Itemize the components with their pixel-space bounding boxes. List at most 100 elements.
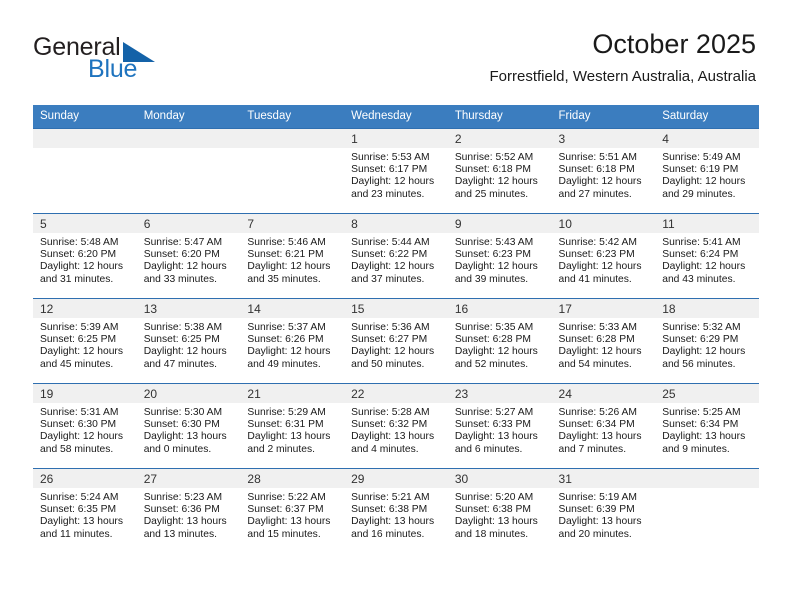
calendar-day-cell[interactable]: 29 Sunrise: 5:21 AM Sunset: 6:38 PM Dayligh… [344,468,448,553]
calendar-day-cell[interactable]: 1 Sunrise: 5:53 AM Sunset: 6:17 PM Daylight… [344,128,448,214]
daylight-text: and 16 minutes. [351,528,425,540]
daylight-text: and 4 minutes. [351,443,419,455]
day-cell-inner: 20 Sunrise: 5:30 AM Sunset: 6:30 PM Dayligh… [136,384,241,468]
day-cell-details: Sunrise: 5:49 AM Sunset: 6:19 PM Daylight:… [655,148,759,201]
calendar-day-cell[interactable]: 6 Sunrise: 5:47 AM Sunset: 6:20 PM Daylight… [136,213,241,299]
calendar-day-cell[interactable]: 9 Sunrise: 5:43 AM Sunset: 6:23 PM Daylight… [447,213,552,299]
calendar-day-cell[interactable]: 27 Sunrise: 5:23 AM Sunset: 6:36 PM Dayligh… [136,468,241,553]
day-cell-inner: 22 Sunrise: 5:28 AM Sunset: 6:32 PM Dayligh… [344,384,448,468]
day-number-band: 28 [240,469,345,488]
calendar-day-cell[interactable]: 5 Sunrise: 5:48 AM Sunset: 6:20 PM Daylight… [33,213,137,299]
daylight-text: and 0 minutes. [143,443,212,455]
sunrise-text: Sunrise: 5:24 AM [40,492,119,503]
day-cell-details: Sunrise: 5:36 AM Sunset: 6:27 PM Daylight:… [344,318,448,371]
day-cell-details: Sunrise: 5:23 AM Sunset: 6:36 PM Daylight:… [137,488,241,541]
calendar-day-cell[interactable]: 14 Sunrise: 5:37 AM Sunset: 6:26 PM Dayligh… [240,298,345,384]
calendar-day-cell[interactable]: 22 Sunrise: 5:28 AM Sunset: 6:32 PM Dayligh… [344,383,448,469]
day-cell-details [655,488,759,492]
daylight-text: and 20 minutes. [558,528,632,540]
sunset-text: Sunset: 6:31 PM [247,419,324,431]
calendar-day-cell[interactable]: 19 Sunrise: 5:31 AM Sunset: 6:30 PM Dayligh… [33,383,137,469]
calendar-day-cell[interactable]: 24 Sunrise: 5:26 AM Sunset: 6:34 PM Dayligh… [551,383,656,469]
day-cell-inner: 3 Sunrise: 5:51 AM Sunset: 6:18 PM Daylight… [551,129,656,213]
general-blue-logo[interactable]: General Blue [33,33,233,83]
day-number: 8 [351,217,358,231]
day-cell-inner: 16 Sunrise: 5:35 AM Sunset: 6:28 PM Dayligh… [447,299,552,383]
calendar-day-cell[interactable]: 2 Sunrise: 5:52 AM Sunset: 6:18 PM Daylight… [447,128,552,214]
calendar-day-cell[interactable]: 13 Sunrise: 5:38 AM Sunset: 6:25 PM Dayligh… [136,298,241,384]
daylight-text: Daylight: 13 hours [558,516,642,528]
calendar-day-cell[interactable]: 30 Sunrise: 5:20 AM Sunset: 6:38 PM Dayligh… [447,468,552,553]
daylight-text: and 7 minutes. [558,443,627,455]
calendar-day-cell[interactable]: 8 Sunrise: 5:44 AM Sunset: 6:22 PM Daylight… [344,213,448,299]
calendar-day-cell[interactable]: 15 Sunrise: 5:36 AM Sunset: 6:27 PM Dayligh… [344,298,448,384]
calendar-week-row: 5 Sunrise: 5:48 AM Sunset: 6:20 PM Daylight… [33,213,759,299]
calendar-day-cell[interactable]: 21 Sunrise: 5:29 AM Sunset: 6:31 PM Dayligh… [240,383,345,469]
day-number: 9 [454,217,462,231]
day-cell-inner: 9 Sunrise: 5:43 AM Sunset: 6:23 PM Daylight… [447,214,552,298]
calendar-day-cell[interactable]: 17 Sunrise: 5:33 AM Sunset: 6:28 PM Dayligh… [551,298,656,384]
daylight-text: and 54 minutes. [558,358,632,370]
day-number-band: 23 [447,384,552,403]
sunset-text: Sunset: 6:25 PM [40,334,117,346]
day-number: 11 [662,217,675,231]
calendar-day-cell[interactable]: 16 Sunrise: 5:35 AM Sunset: 6:28 PM Dayligh… [447,298,552,384]
sunrise-text: Sunrise: 5:29 AM [247,407,326,418]
calendar-day-cell[interactable]: 31 Sunrise: 5:19 AM Sunset: 6:39 PM Dayligh… [551,468,656,553]
daylight-text: and 47 minutes. [143,358,217,370]
calendar-week-row: 19 Sunrise: 5:31 AM Sunset: 6:30 PM Dayligh… [33,383,759,469]
day-number-band: 6 [136,214,241,233]
calendar-day-cell[interactable]: 20 Sunrise: 5:30 AM Sunset: 6:30 PM Dayligh… [136,383,241,469]
day-cell-inner: 6 Sunrise: 5:47 AM Sunset: 6:20 PM Daylight… [136,214,241,298]
day-number-band [136,129,241,148]
sunrise-text: Sunrise: 5:49 AM [662,152,741,163]
day-cell-details: Sunrise: 5:21 AM Sunset: 6:38 PM Daylight:… [344,488,448,541]
calendar-day-cell[interactable]: 18 Sunrise: 5:32 AM Sunset: 6:29 PM Dayligh… [655,298,759,384]
sunrise-text: Sunrise: 5:46 AM [247,237,326,248]
calendar-day-cell[interactable]: 4 Sunrise: 5:49 AM Sunset: 6:19 PM Daylight… [655,128,759,214]
calendar-page: General Blue October 2025 Forrestfield, … [0,0,792,612]
calendar-day-cell[interactable]: 25 Sunrise: 5:25 AM Sunset: 6:34 PM Dayligh… [655,383,759,469]
sunset-text: Sunset: 6:23 PM [558,249,635,261]
day-number: 30 [454,472,469,486]
daylight-text: Daylight: 12 hours [351,261,435,273]
day-cell-inner: 4 Sunrise: 5:49 AM Sunset: 6:19 PM Daylight… [655,129,759,213]
sunrise-text: Sunrise: 5:53 AM [351,152,430,163]
sunrise-text: Sunrise: 5:33 AM [558,322,637,333]
calendar-day-cell[interactable]: 11 Sunrise: 5:41 AM Sunset: 6:24 PM Dayligh… [655,213,759,299]
day-number-band: 29 [344,469,448,488]
day-cell-inner [240,129,345,213]
day-cell-details [137,148,241,152]
calendar-day-cell[interactable]: 26 Sunrise: 5:24 AM Sunset: 6:35 PM Dayligh… [33,468,137,553]
calendar-cell-empty [136,128,241,214]
day-cell-inner: 14 Sunrise: 5:37 AM Sunset: 6:26 PM Dayligh… [240,299,345,383]
day-number-band: 13 [136,299,241,318]
daylight-text: and 27 minutes. [558,188,632,200]
calendar-day-cell[interactable]: 28 Sunrise: 5:22 AM Sunset: 6:37 PM Dayligh… [240,468,345,553]
day-cell-inner: 31 Sunrise: 5:19 AM Sunset: 6:39 PM Dayligh… [551,469,656,553]
daylight-text: Daylight: 12 hours [558,176,642,188]
day-number: 13 [143,302,158,316]
day-cell-details: Sunrise: 5:42 AM Sunset: 6:23 PM Daylight:… [552,233,656,286]
daylight-text: Daylight: 13 hours [247,516,331,528]
day-number-band: 19 [33,384,137,403]
day-number-band: 25 [655,384,759,403]
day-cell-inner: 27 Sunrise: 5:23 AM Sunset: 6:36 PM Dayligh… [136,469,241,553]
calendar-day-cell[interactable]: 3 Sunrise: 5:51 AM Sunset: 6:18 PM Daylight… [551,128,656,214]
day-number-band: 27 [136,469,241,488]
calendar-day-cell[interactable]: 12 Sunrise: 5:39 AM Sunset: 6:25 PM Dayligh… [33,298,137,384]
daylight-text: Daylight: 12 hours [351,346,435,358]
calendar-day-cell[interactable]: 7 Sunrise: 5:46 AM Sunset: 6:21 PM Daylight… [240,213,345,299]
day-cell-inner: 11 Sunrise: 5:41 AM Sunset: 6:24 PM Dayligh… [655,214,759,298]
calendar-day-cell[interactable]: 23 Sunrise: 5:27 AM Sunset: 6:33 PM Dayligh… [447,383,552,469]
day-cell-inner: 29 Sunrise: 5:21 AM Sunset: 6:38 PM Dayligh… [344,469,448,553]
sunset-text: Sunset: 6:33 PM [454,419,531,431]
sunrise-text: Sunrise: 5:21 AM [351,492,430,503]
sunset-text: Sunset: 6:18 PM [454,164,531,176]
calendar-day-cell[interactable]: 10 Sunrise: 5:42 AM Sunset: 6:23 PM Dayligh… [551,213,656,299]
daylight-text: Daylight: 13 hours [351,431,435,443]
day-cell-inner: 10 Sunrise: 5:42 AM Sunset: 6:23 PM Dayligh… [551,214,656,298]
daylight-text: Daylight: 13 hours [558,431,642,443]
day-number-band: 2 [447,129,552,148]
calendar-week-row: 26 Sunrise: 5:24 AM Sunset: 6:35 PM Dayligh… [33,468,759,553]
